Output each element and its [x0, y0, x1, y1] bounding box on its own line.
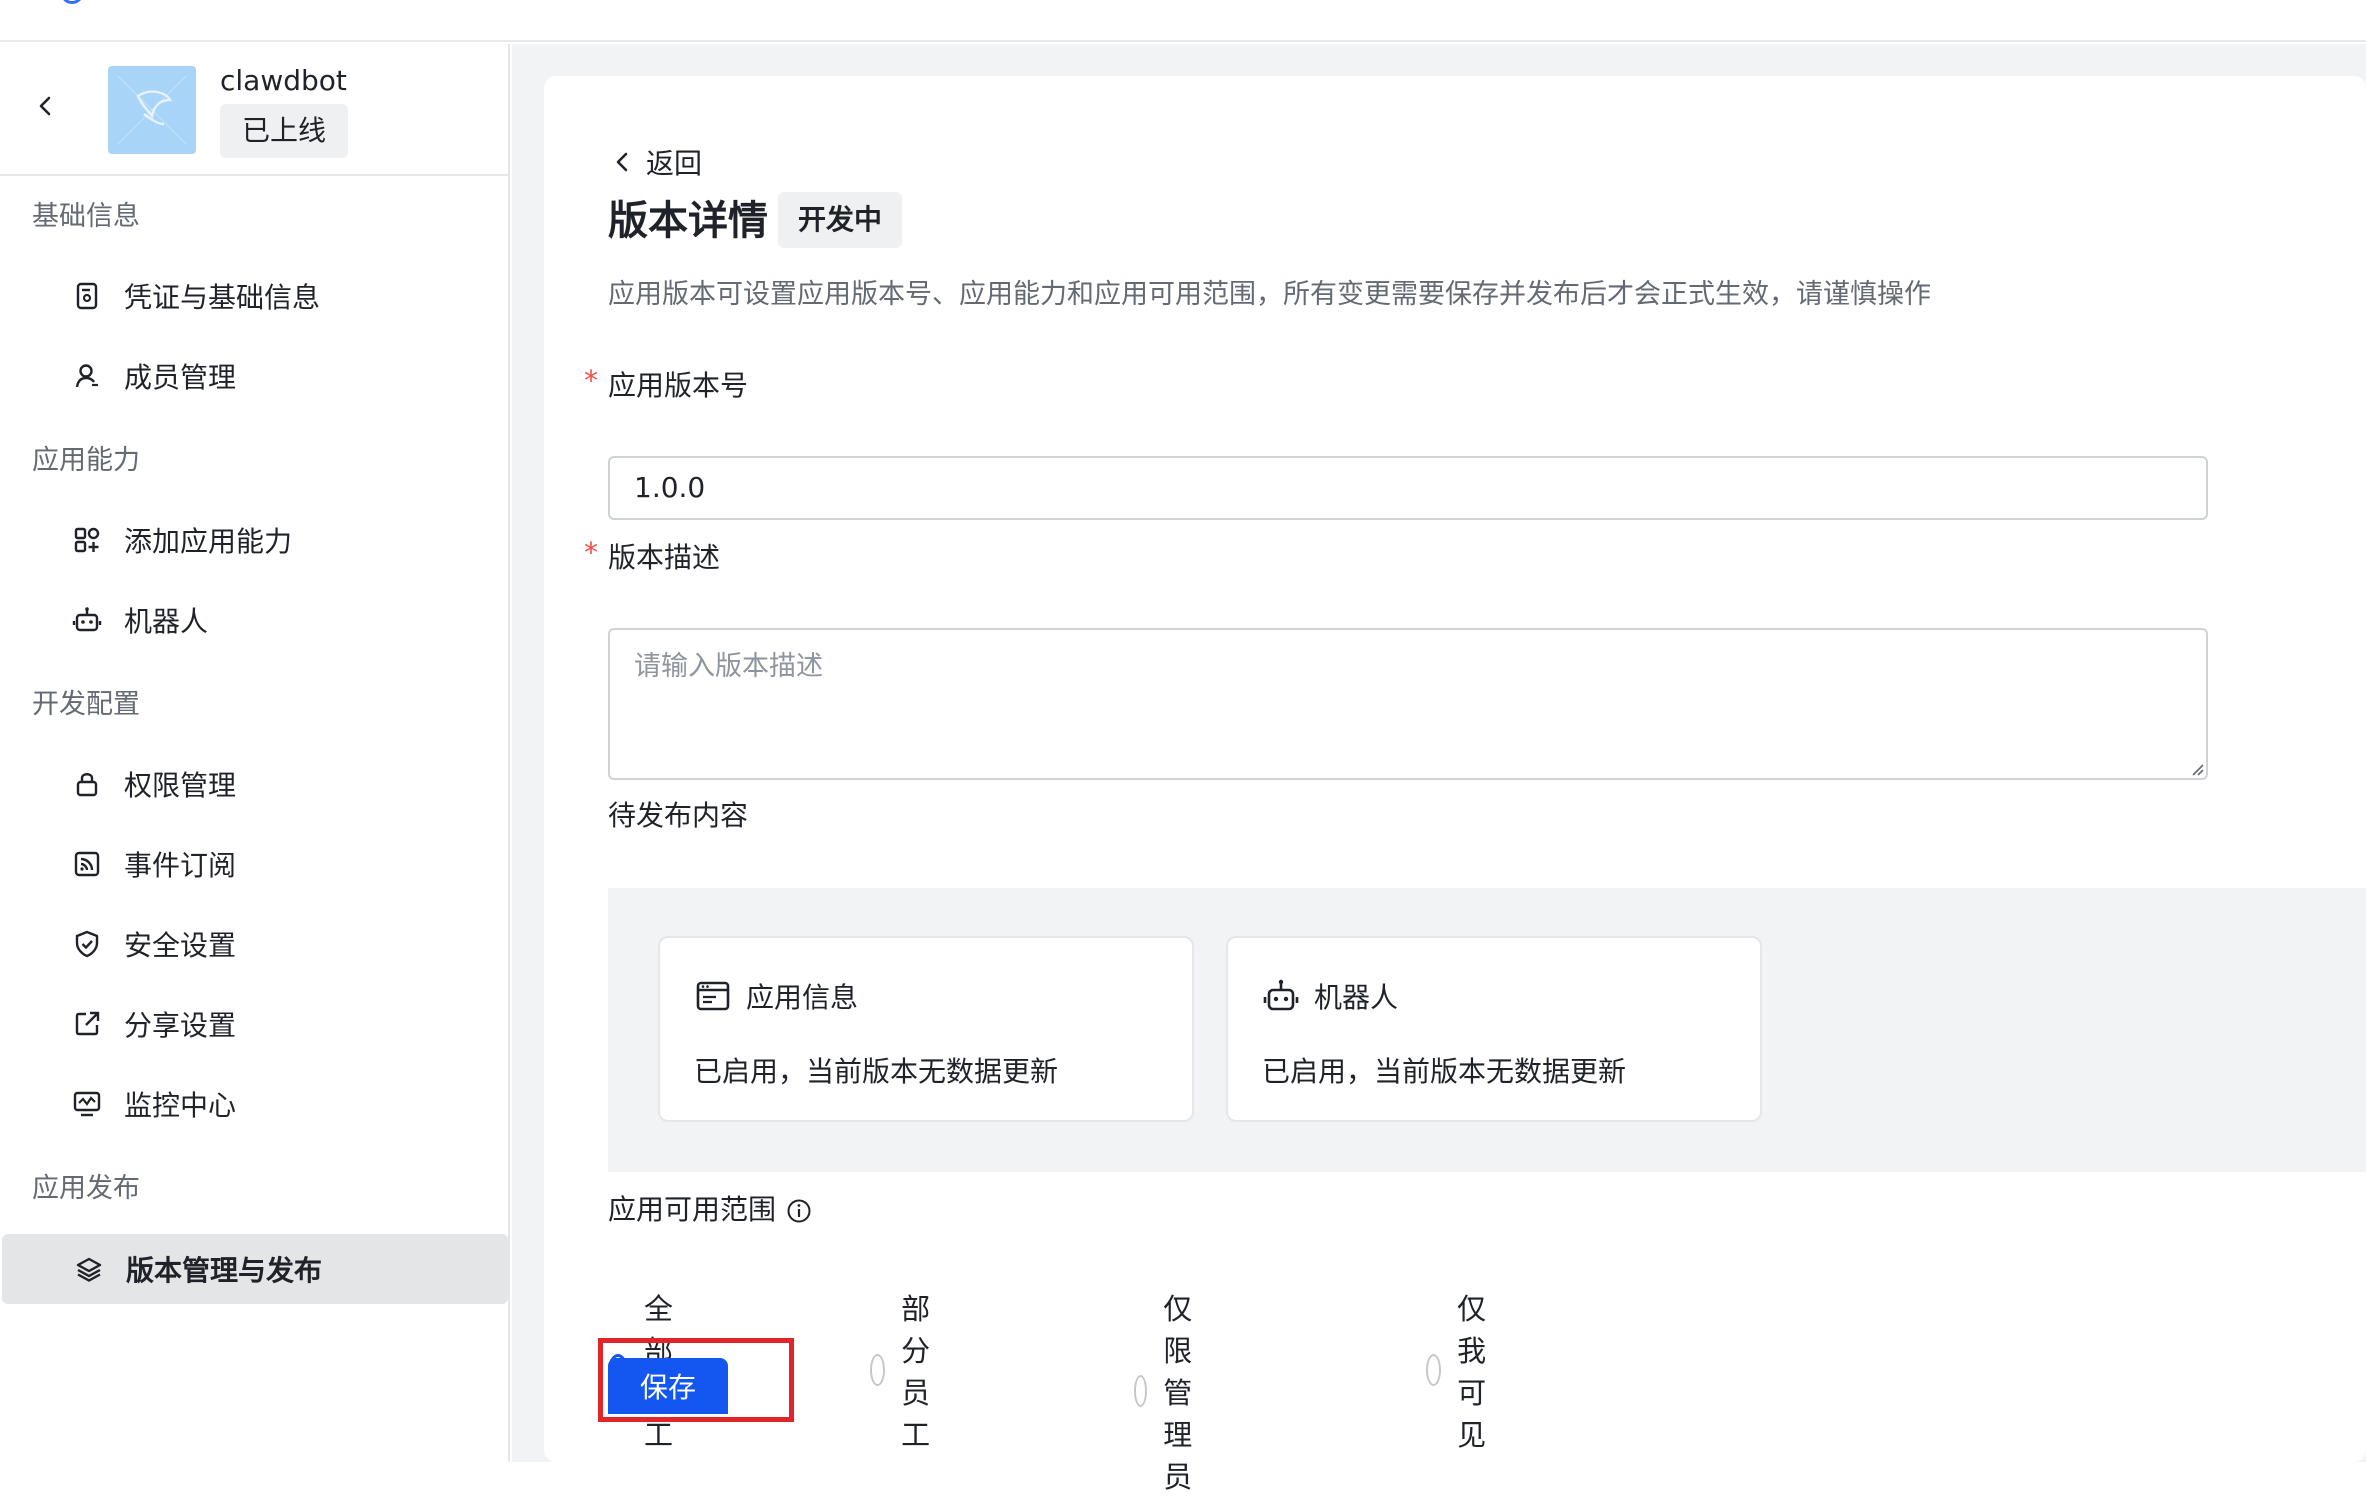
app-avatar [108, 66, 196, 154]
sidebar-item-members[interactable]: 成员管理 [0, 341, 508, 411]
version-description-placeholder: 请输入版本描述 [634, 651, 823, 682]
radio-label: 仅我可见 [1457, 1292, 1487, 1452]
sidebar-item-events[interactable]: 事件订阅 [0, 829, 508, 899]
nav-group-basic: 基础信息 [32, 201, 140, 232]
user-icon [72, 361, 102, 391]
sidebar-item-security[interactable]: 安全设置 [0, 909, 508, 979]
sidebar-item-share[interactable]: 分享设置 [0, 989, 508, 1059]
pending-card-robot: 机器人 已启用，当前版本无数据更新 [1226, 936, 1762, 1122]
lock-icon [72, 769, 102, 799]
app-status-badge: 已上线 [220, 104, 349, 158]
sidebar-item-label: 版本管理与发布 [126, 1254, 323, 1287]
pending-content-panel: 应用信息 已启用，当前版本无数据更新 机器人 已启用，当前版本无数据更新 [608, 888, 2366, 1172]
pending-content-label: 待发布内容 [608, 799, 749, 832]
sidebar-item-credentials[interactable]: 凭证与基础信息 [0, 261, 508, 331]
version-number-label: 应用版本号 [608, 369, 749, 402]
required-mark: * [584, 536, 598, 569]
layers-icon [74, 1254, 104, 1284]
sidebar-item-monitor[interactable]: 监控中心 [0, 1069, 508, 1139]
scope-option-admins[interactable]: 仅限管理员 [1134, 1286, 1211, 1496]
robot-icon [72, 605, 102, 635]
app-name: clawdbot [220, 64, 347, 97]
nav-group-capabilities: 应用能力 [32, 445, 140, 476]
sidebar-item-label: 事件订阅 [124, 849, 237, 882]
page-description: 应用版本可设置应用版本号、应用能力和应用可用范围，所有变更需要保存并发布后才会正… [608, 279, 1931, 310]
app-header: clawdbot 已上线 [0, 44, 508, 176]
robot-icon [1262, 977, 1300, 1015]
sidebar-item-add-capability[interactable]: 添加应用能力 [0, 505, 508, 575]
pending-card-title: 机器人 [1314, 981, 1399, 1014]
sidebar-item-version-publish[interactable]: 版本管理与发布 [2, 1234, 508, 1304]
pending-card-title: 应用信息 [746, 981, 859, 1014]
scope-option-self[interactable]: 仅我可见 [1426, 1286, 1503, 1454]
scope-option-partial[interactable]: 部分员工 [870, 1286, 947, 1454]
shield-icon [72, 929, 102, 959]
sidebar-item-robot[interactable]: 机器人 [0, 585, 508, 655]
radio-label: 部分员工 [901, 1292, 931, 1452]
radio-unchecked-icon [1426, 1354, 1442, 1386]
status-badge: 开发中 [778, 192, 903, 248]
sidebar-item-label: 机器人 [124, 605, 209, 638]
pending-card-header: 机器人 [1262, 976, 1398, 1016]
sidebar-item-label: 凭证与基础信息 [124, 281, 321, 314]
version-detail-card: 返回 版本详情 开发中 应用版本可设置应用版本号、应用能力和应用可用范围，所有变… [544, 76, 2366, 1494]
sidebar-item-label: 安全设置 [124, 929, 237, 962]
chevron-left-icon [616, 152, 628, 172]
required-mark: * [584, 364, 598, 397]
pending-card-status: 已启用，当前版本无数据更新 [1262, 1055, 1627, 1088]
credential-icon [72, 281, 102, 311]
pending-card-app-info: 应用信息 已启用，当前版本无数据更新 [658, 936, 1194, 1122]
window-icon [694, 977, 732, 1015]
sidebar-item-label: 分享设置 [124, 1009, 237, 1042]
version-description-input[interactable]: 请输入版本描述 [608, 628, 2208, 780]
resize-handle-icon[interactable] [2190, 762, 2204, 776]
sidebar-item-label: 添加应用能力 [124, 525, 293, 558]
scope-label: 应用可用范围 [608, 1193, 777, 1226]
nav-group-dev-config: 开发配置 [32, 689, 140, 720]
rss-icon [72, 849, 102, 879]
back-link[interactable]: 返回 [612, 142, 702, 182]
radio-label: 仅限管理员 [1163, 1292, 1193, 1494]
back-label: 返回 [646, 147, 703, 180]
nav-group-publish: 应用发布 [32, 1173, 140, 1204]
sidebar-item-label: 监控中心 [124, 1089, 237, 1122]
radio-unchecked-icon [870, 1354, 886, 1386]
scope-label-row: 应用可用范围 [608, 1188, 812, 1228]
logo-icon [60, 0, 84, 4]
sidebar-item-label: 成员管理 [124, 361, 237, 394]
info-icon[interactable] [786, 1198, 812, 1224]
pending-card-status: 已启用，当前版本无数据更新 [694, 1055, 1059, 1088]
highlight-box [598, 1338, 794, 1422]
share-icon [72, 1009, 102, 1039]
sidebar: clawdbot 已上线 基础信息 凭证与基础信息 成员管理 应用能力 添加应用… [0, 44, 510, 1462]
monitor-icon [72, 1089, 102, 1119]
top-bar [0, 0, 2366, 42]
chevron-left-icon[interactable] [34, 94, 58, 118]
version-number-input[interactable]: 1.0.0 [608, 456, 2208, 520]
main-area: 返回 版本详情 开发中 应用版本可设置应用版本号、应用能力和应用可用范围，所有变… [512, 44, 2366, 1494]
sidebar-item-label: 权限管理 [124, 769, 237, 802]
radio-unchecked-icon [1134, 1375, 1148, 1407]
page-title: 版本详情 [608, 198, 768, 244]
version-description-label: 版本描述 [608, 541, 721, 574]
apps-add-icon [72, 525, 102, 555]
pending-card-header: 应用信息 [694, 976, 858, 1016]
sidebar-item-permissions[interactable]: 权限管理 [0, 749, 508, 819]
